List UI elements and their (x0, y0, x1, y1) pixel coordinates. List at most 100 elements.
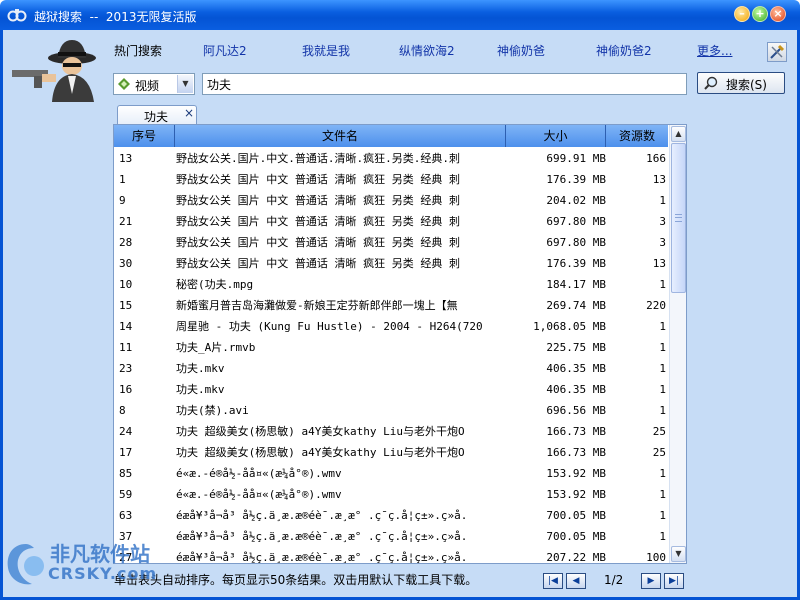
cell-sources: 1 (659, 404, 666, 417)
table-row[interactable]: 15 新婚蜜月普吉岛海灘做爱-新娘王定芬新郎伴郎一塊上【無 269.74 MB 220 (114, 295, 668, 316)
table-row[interactable]: 17 功夫 超级美女(杨思敏) a4Y美女kathy Liu与老外干炮O 166.7… (114, 442, 668, 463)
minimize-button[interactable]: – (734, 6, 750, 22)
table-header: 序号 文件名 大小 资源数 (114, 125, 668, 147)
table-row[interactable]: 16 功夫.mkv 406.35 MB 1 (114, 379, 668, 400)
col-header-no[interactable]: 序号 (114, 125, 175, 147)
cell-size: 204.02 MB (546, 194, 606, 207)
search-input[interactable] (202, 73, 687, 95)
cell-sources: 100 (646, 551, 666, 563)
cell-size: 406.35 MB (546, 383, 606, 396)
col-header-size[interactable]: 大小 (506, 125, 606, 147)
cell-size: 406.35 MB (546, 362, 606, 375)
crsky-logo-icon (7, 544, 44, 585)
cell-size: 699.91 MB (546, 152, 606, 165)
hot-link-2[interactable]: 我就是我 (302, 42, 350, 59)
hot-link-5[interactable]: 神偷奶爸2 (596, 42, 652, 59)
scroll-thumb[interactable] (671, 143, 686, 293)
hot-link-3[interactable]: 纵情欲海2 (399, 42, 455, 59)
cell-size: 153.92 MB (546, 488, 606, 501)
search-button-label: 搜索(S) (726, 78, 767, 92)
cell-filename: é«æ.-é®å½-åå¤«(æ¼å°®).wmv (176, 488, 342, 501)
category-select[interactable]: 视频 ▼ (113, 73, 195, 95)
cell-filename: éæå¥³å¬å³ å½ç.ä¸­æ.æ®éè¯.æ¸æ° .ç¯ç.å¦ç±»… (176, 509, 468, 522)
cell-sources: 1 (659, 194, 666, 207)
first-page-button[interactable]: |◀ (543, 573, 563, 589)
cell-sources: 1 (659, 530, 666, 543)
table-row[interactable]: 27 éæå¥³å¬å³ å½ç.ä¸­æ.æ®éè¯.æ¸æ° .ç¯ç.å¦ç… (114, 547, 668, 563)
tab-close-icon[interactable]: × (184, 106, 194, 120)
cell-size: 1,068.05 MB (533, 320, 606, 333)
status-text: 单击表头自动排序。每页显示50条结果。双击用默认下载工具下载。 (114, 573, 478, 587)
table-row[interactable]: 63 éæå¥³å¬å³ å½ç.ä¸­æ.æ®éè¯.æ¸æ° .ç¯ç.å¦ç… (114, 505, 668, 526)
cell-size: 700.05 MB (546, 530, 606, 543)
more-link[interactable]: 更多... (697, 42, 732, 59)
settings-button[interactable] (767, 42, 787, 62)
cell-size: 207.22 MB (546, 551, 606, 563)
watermark-cn: 非凡软件站 (50, 542, 150, 566)
window-title: 越狱搜索 -- 2013无限复活版 (34, 10, 197, 24)
table-row[interactable]: 37 éæå¥³å¬å³ å½ç.ä¸­æ.æ®éè¯.æ¸æ° .ç¯ç.å¦ç… (114, 526, 668, 547)
table-row[interactable]: 8 功夫(禁).avi 696.56 MB 1 (114, 400, 668, 421)
table-row[interactable]: 30 野战女公关 国片 中文 普通话 清晰 疯狂 另类 经典 刺 176.39 MB… (114, 253, 668, 274)
cell-no: 28 (119, 236, 133, 249)
table-row[interactable]: 10 秘密(功夫.mpg 184.17 MB 1 (114, 274, 668, 295)
col-header-sources[interactable]: 资源数 (606, 125, 668, 147)
table-row[interactable]: 28 野战女公关 国片 中文 普通话 清晰 疯狂 另类 经典 刺 697.80 MB… (114, 232, 668, 253)
cell-no: 85 (119, 467, 133, 480)
cell-sources: 166 (646, 152, 666, 165)
cell-sources: 13 (652, 173, 666, 186)
cell-no: 10 (119, 278, 133, 291)
scroll-up-button[interactable]: ▲ (671, 126, 686, 142)
search-button[interactable]: 搜索(S) (697, 72, 785, 94)
hot-link-4[interactable]: 神偷奶爸 (497, 42, 545, 59)
table-row[interactable]: 14 周星驰 - 功夫 (Kung Fu Hustle) - 2004 - H26… (114, 316, 668, 337)
cell-filename: 秘密(功夫.mpg (176, 278, 254, 291)
hot-link-1[interactable]: 阿凡达2 (203, 42, 247, 59)
cell-filename: 功夫.mkv (176, 383, 225, 396)
prev-page-button[interactable]: ◀ (566, 573, 586, 589)
scroll-down-button[interactable]: ▼ (671, 546, 686, 562)
cell-no: 24 (119, 425, 133, 438)
cell-size: 269.74 MB (546, 299, 606, 312)
close-button[interactable]: × (770, 6, 786, 22)
table-row[interactable]: 9 野战女公关 国片 中文 普通话 清晰 疯狂 另类 经典 刺 204.02 MB 1 (114, 190, 668, 211)
table-row[interactable]: 13 野战女公关.国片.中文.普通话.清晰.疯狂.另类.经典.刺 699.91 MB… (114, 148, 668, 169)
maximize-button[interactable]: + (752, 6, 768, 22)
table-body: 13 野战女公关.国片.中文.普通话.清晰.疯狂.另类.经典.刺 699.91 MB… (114, 148, 668, 563)
tab-result[interactable]: 功夫 × (117, 105, 197, 125)
cell-sources: 1 (659, 383, 666, 396)
cell-no: 8 (119, 404, 126, 417)
cell-size: 184.17 MB (546, 278, 606, 291)
cell-sources: 13 (652, 257, 666, 270)
cell-filename: 新婚蜜月普吉岛海灘做爱-新娘王定芬新郎伴郎一塊上【無 (176, 299, 458, 312)
cell-filename: 野战女公关.国片.中文.普通话.清晰.疯狂.另类.经典.刺 (176, 152, 460, 165)
vertical-scrollbar[interactable]: ▲ ▼ (669, 125, 686, 563)
table-row[interactable]: 59 é«æ.-é®å½-åå¤«(æ¼å°®).wmv 153.92 MB 1 (114, 484, 668, 505)
cell-no: 21 (119, 215, 133, 228)
cell-filename: 功夫 超级美女(杨思敏) a4Y美女kathy Liu与老外干炮O (176, 446, 465, 459)
results-table: 序号 文件名 大小 资源数 13 野战女公关.国片.中文.普通话.清晰.疯狂.另类… (113, 124, 687, 564)
table-row[interactable]: 24 功夫 超级美女(杨思敏) a4Y美女kathy Liu与老外干炮O 166.7… (114, 421, 668, 442)
last-page-button[interactable]: ▶| (664, 573, 684, 589)
table-row[interactable]: 11 功夫_A片.rmvb 225.75 MB 1 (114, 337, 668, 358)
cell-sources: 25 (652, 425, 666, 438)
cell-sources: 1 (659, 509, 666, 522)
cell-no: 1 (119, 173, 126, 186)
cell-no: 17 (119, 446, 133, 459)
cell-sources: 220 (646, 299, 666, 312)
spy-logo-icon (12, 40, 96, 102)
chevron-down-icon: ▼ (177, 75, 193, 93)
table-row[interactable]: 1 野战女公关 国片 中文 普通话 清晰 疯狂 另类 经典 刺 176.39 MB 1… (114, 169, 668, 190)
handcuffs-icon (7, 9, 27, 22)
table-row[interactable]: 21 野战女公关 国片 中文 普通话 清晰 疯狂 另类 经典 刺 697.80 MB… (114, 211, 668, 232)
table-row[interactable]: 85 é«æ.-é®å½-åå¤«(æ¼å°®).wmv 153.92 MB 1 (114, 463, 668, 484)
cell-sources: 1 (659, 467, 666, 480)
cell-no: 15 (119, 299, 133, 312)
cell-size: 166.73 MB (546, 446, 606, 459)
table-row[interactable]: 23 功夫.mkv 406.35 MB 1 (114, 358, 668, 379)
cell-filename: 野战女公关 国片 中文 普通话 清晰 疯狂 另类 经典 刺 (176, 257, 460, 270)
cell-sources: 3 (659, 236, 666, 249)
cell-filename: 功夫_A片.rmvb (176, 341, 256, 354)
col-header-filename[interactable]: 文件名 (175, 125, 506, 147)
next-page-button[interactable]: ▶ (641, 573, 661, 589)
